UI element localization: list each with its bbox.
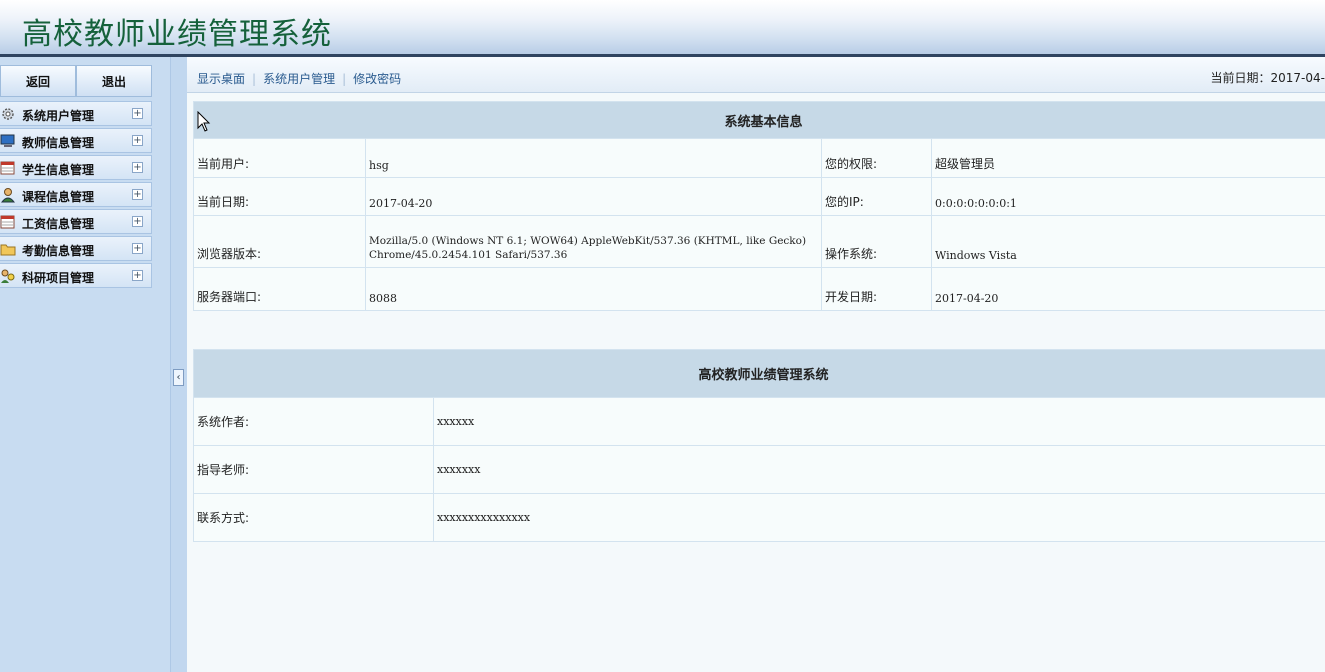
browser-label: 浏览器版本: — [193, 215, 366, 268]
table-row: 联系方式: xxxxxxxxxxxxxxx — [193, 493, 1325, 542]
main-content: 显示桌面 | 系统用户管理 | 修改密码 当前日期：2017-04- 系统基本信息 当前… — [187, 57, 1325, 672]
about-title: 高校教师业绩管理系统 — [192, 349, 1325, 398]
permission-label: 您的权限: — [821, 138, 932, 178]
expand-icon[interactable]: + — [132, 243, 143, 254]
mouse-cursor-icon — [197, 111, 211, 132]
sidebar-item-label: 系统用户管理 — [22, 109, 95, 123]
sidebar-item-attendance[interactable]: 考勤信息管理 + — [0, 236, 152, 261]
sidebar-item-students[interactable]: 学生信息管理 + — [0, 155, 152, 180]
dev-date-label: 开发日期: — [821, 267, 932, 311]
folder-icon — [0, 244, 16, 256]
browser-line-2: Chrome/45.0.2454.101 Safari/537.36 — [369, 249, 568, 261]
table-row: 服务器端口: 8088 开发日期: 2017-04-20 — [193, 267, 1325, 311]
current-date-row-label: 当前日期: — [193, 177, 366, 216]
ip-label: 您的IP: — [821, 177, 932, 216]
system-info-table: 系统基本信息 当前用户: hsg 您的权限: 超级管理员 当前日期: 2017-… — [192, 101, 1325, 311]
sidebar-item-label: 工资信息管理 — [22, 217, 95, 231]
chevron-left-icon: ‹ — [176, 372, 181, 383]
os-value: Windows Vista — [930, 215, 1325, 268]
system-users-link[interactable]: 系统用户管理 — [263, 72, 335, 86]
sidebar-item-teachers[interactable]: 教师信息管理 + — [0, 128, 152, 153]
advisor-value: xxxxxxx — [432, 445, 1325, 494]
sidebar-item-salary[interactable]: 工资信息管理 + — [0, 209, 152, 234]
table-row: 指导老师: xxxxxxx — [193, 445, 1325, 494]
collapse-sidebar-button[interactable]: ‹ — [173, 369, 184, 386]
sidebar-menu: 系统用户管理 + 教师信息管理 + 学生信息管理 + 课程信息管理 + 工资信息… — [0, 101, 152, 290]
port-value: 8088 — [365, 267, 822, 311]
logout-button[interactable]: 退出 — [76, 65, 152, 97]
current-date-label: 当前日期：2017-04- — [1210, 71, 1325, 85]
sidebar-item-label: 科研项目管理 — [22, 271, 95, 285]
expand-icon[interactable]: + — [132, 270, 143, 281]
current-user-value: hsg — [365, 138, 822, 178]
expand-icon[interactable]: + — [132, 189, 143, 200]
user-icon — [0, 188, 16, 203]
top-toolbar: 显示桌面 | 系统用户管理 | 修改密码 当前日期：2017-04- — [187, 57, 1325, 93]
ip-value: 0:0:0:0:0:0:0:1 — [930, 177, 1325, 216]
app-title: 高校教师业绩管理系统 — [22, 17, 332, 52]
current-date-value: 2017-04-20 — [365, 177, 822, 216]
separator: | — [252, 72, 257, 86]
change-password-link[interactable]: 修改密码 — [353, 72, 401, 86]
port-label: 服务器端口: — [193, 267, 366, 311]
sidebar-item-label: 课程信息管理 — [22, 190, 95, 204]
contact-label: 联系方式: — [193, 493, 434, 542]
sidebar-item-courses[interactable]: 课程信息管理 + — [0, 182, 152, 207]
toolbar-links: 显示桌面 | 系统用户管理 | 修改密码 — [197, 70, 401, 87]
computer-icon — [0, 134, 15, 147]
browser-line-1: Mozilla/5.0 (Windows NT 6.1; WOW64) Appl… — [369, 235, 807, 247]
author-label: 系统作者: — [193, 397, 434, 446]
sidebar-item-label: 考勤信息管理 — [22, 244, 95, 258]
sidebar-item-label: 教师信息管理 — [22, 136, 95, 150]
about-table: 高校教师业绩管理系统 系统作者: xxxxxx 指导老师: xxxxxxx 联系… — [192, 349, 1325, 542]
advisor-label: 指导老师: — [193, 445, 434, 494]
contact-value: xxxxxxxxxxxxxxx — [432, 493, 1325, 542]
expand-icon[interactable]: + — [132, 216, 143, 227]
sidebar-item-label: 学生信息管理 — [22, 163, 95, 177]
show-desktop-link[interactable]: 显示桌面 — [197, 72, 245, 86]
author-value: xxxxxx — [432, 397, 1325, 446]
current-user-label: 当前用户: — [193, 138, 366, 178]
calendar-icon — [0, 161, 15, 175]
expand-icon[interactable]: + — [132, 162, 143, 173]
permission-value: 超级管理员 — [930, 138, 1325, 178]
table-row: 当前用户: hsg 您的权限: 超级管理员 — [193, 138, 1325, 178]
table-row: 系统作者: xxxxxx — [193, 397, 1325, 446]
gear-icon — [2, 108, 14, 120]
left-sidebar: 返回 退出 系统用户管理 + 教师信息管理 + 学生信息管理 + 课程信息管理 … — [0, 57, 170, 672]
app-header: 高校教师业绩管理系统 — [0, 0, 1325, 57]
sidebar-item-research[interactable]: 科研项目管理 + — [0, 263, 152, 288]
table-row: 当前日期: 2017-04-20 您的IP: 0:0:0:0:0:0:0:1 — [193, 177, 1325, 216]
os-label: 操作系统: — [821, 215, 932, 268]
table-row: 浏览器版本: Mozilla/5.0 (Windows NT 6.1; WOW6… — [193, 215, 1325, 268]
sidebar-item-system-users[interactable]: 系统用户管理 + — [0, 101, 152, 126]
separator: | — [342, 72, 347, 86]
table-header-row: 系统基本信息 — [192, 101, 1325, 139]
browser-value: Mozilla/5.0 (Windows NT 6.1; WOW64) Appl… — [365, 215, 822, 268]
sidebar-splitter[interactable]: ‹ — [170, 57, 187, 672]
dev-date-value: 2017-04-20 — [930, 267, 1325, 311]
back-button[interactable]: 返回 — [0, 65, 76, 97]
expand-icon[interactable]: + — [132, 135, 143, 146]
expand-icon[interactable]: + — [132, 108, 143, 119]
users-icon — [1, 269, 15, 283]
system-info-title: 系统基本信息 — [192, 101, 1325, 139]
table-header-row: 高校教师业绩管理系统 — [192, 349, 1325, 398]
calendar-icon — [0, 215, 15, 229]
sidebar-top-buttons: 返回 退出 — [0, 65, 152, 97]
